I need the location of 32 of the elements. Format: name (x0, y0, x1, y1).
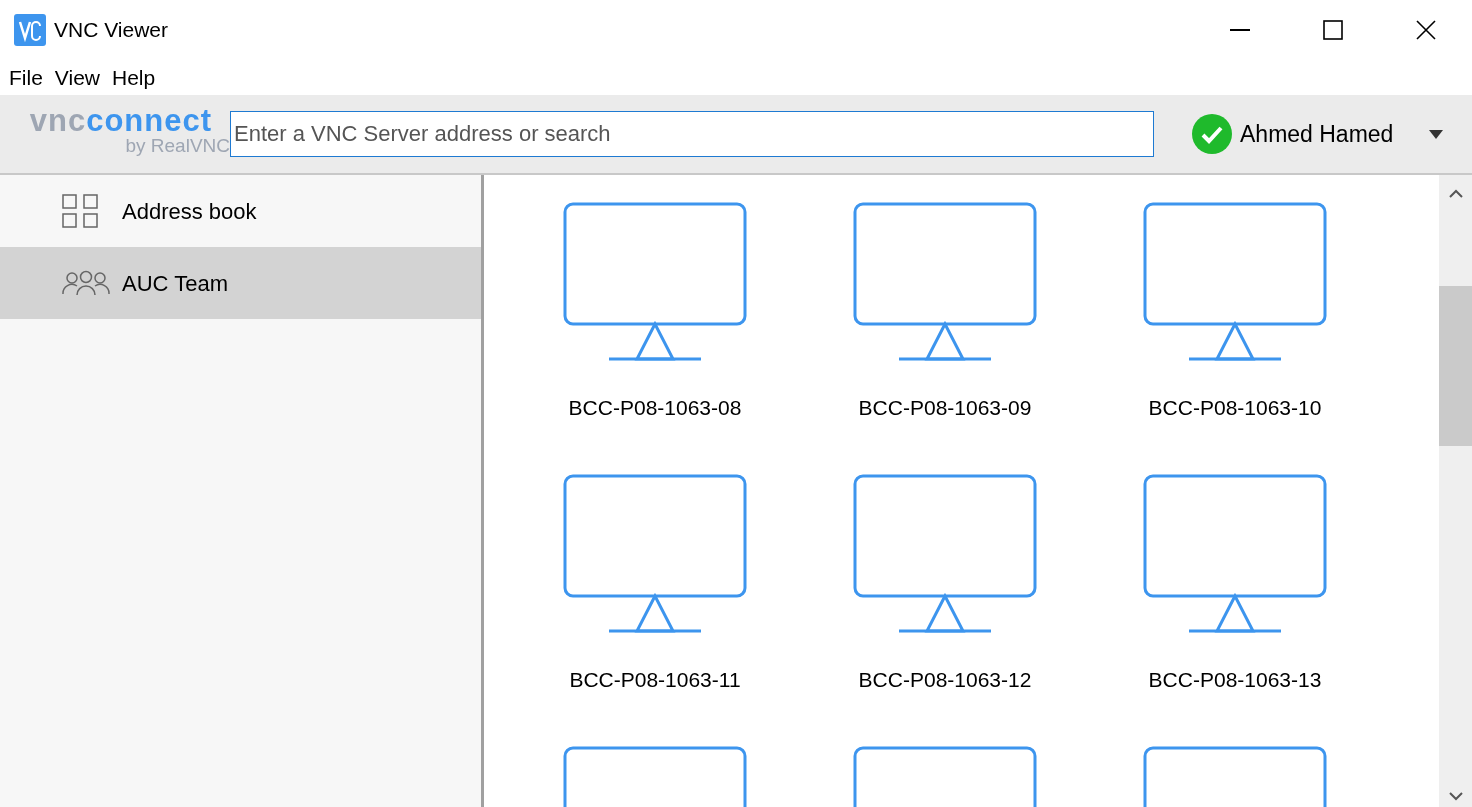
close-icon[interactable] (1415, 20, 1436, 40)
scrollbar-thumb[interactable] (1439, 286, 1472, 446)
caret-icon (1429, 129, 1444, 139)
scroll-up-icon[interactable] (1448, 189, 1463, 198)
monitor-icon[interactable] (563, 474, 747, 634)
computer-name: BCC-P08-1063-13 (1148, 667, 1322, 693)
maximize-icon[interactable] (1322, 20, 1343, 40)
search-field[interactable]: Enter a VNC Server address or search (230, 111, 1154, 157)
computer-name: BCC-P08-1063-12 (858, 667, 1032, 693)
computer-name: BCC-P08-1063-09 (858, 395, 1032, 421)
monitor-icon[interactable] (1143, 202, 1327, 362)
team-icon (62, 270, 110, 296)
account-menu[interactable]: Ahmed Hamed (1186, 113, 1450, 155)
menu-item[interactable]: Help (106, 61, 162, 94)
computer-name: BCC-P08-1063-08 (568, 395, 742, 421)
monitor-icon[interactable] (1143, 474, 1327, 634)
sidebar-item[interactable]: Address book (0, 175, 481, 247)
computer-name: BCC-P08-1063-10 (1148, 395, 1322, 421)
window-title: VNC Viewer (54, 17, 168, 44)
monitor-icon[interactable] (853, 474, 1037, 634)
menu-item[interactable]: View (48, 61, 106, 94)
monitor-icon[interactable] (853, 202, 1037, 362)
app-logo-icon (14, 14, 46, 46)
computer-name: BCC-P08-1063-11 (569, 667, 741, 693)
monitor-icon[interactable] (563, 202, 747, 362)
sidebar-item[interactable]: AUC Team (0, 247, 481, 319)
logo-byline: by RealVNC (125, 136, 230, 157)
scroll-down-icon[interactable] (1448, 792, 1463, 801)
grid-icon (62, 194, 98, 228)
minimize-icon[interactable] (1229, 29, 1250, 31)
menu-item[interactable]: File (3, 61, 49, 94)
brand-logo: vncconnect (29, 105, 212, 137)
